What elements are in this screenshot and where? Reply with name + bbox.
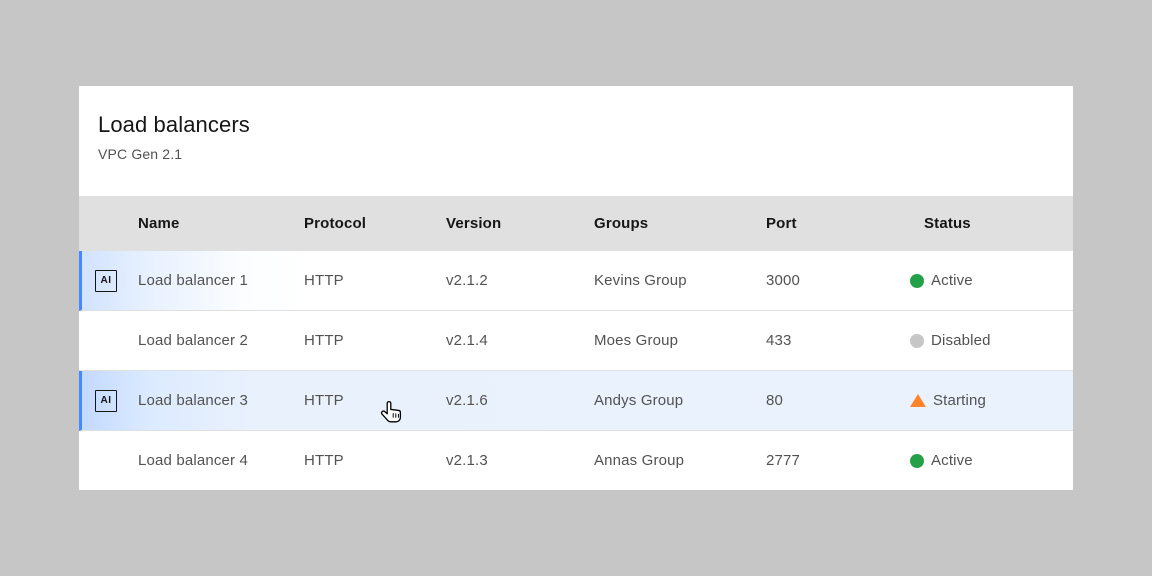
cell-groups: Kevins Group: [586, 272, 758, 289]
column-header-name: Name: [130, 215, 296, 232]
column-header-protocol: Protocol: [296, 215, 438, 232]
column-header-status: Status: [906, 215, 1073, 232]
page-title: Load balancers: [98, 111, 1073, 139]
cell-protocol: HTTP: [296, 272, 438, 289]
cell-protocol: HTTP: [296, 392, 438, 409]
cell-protocol: HTTP: [296, 332, 438, 349]
status-label: Active: [931, 272, 973, 289]
cell-groups: Andys Group: [586, 392, 758, 409]
cell-status: Active: [906, 272, 1073, 289]
ai-badge-cell: AI: [82, 270, 130, 292]
cell-groups: Annas Group: [586, 452, 758, 469]
cell-status: Starting: [906, 392, 1073, 409]
status-starting-icon: [910, 394, 926, 407]
cell-port: 2777: [758, 452, 906, 469]
table-body: AI Load balancer 1 HTTP v2.1.2 Kevins Gr…: [79, 251, 1073, 490]
column-header-version: Version: [438, 215, 586, 232]
load-balancers-card: Load balancers VPC Gen 2.1 Name Protocol…: [79, 86, 1073, 490]
status-disabled-icon: [910, 334, 924, 348]
cell-port: 80: [758, 392, 906, 409]
cell-name: Load balancer 2: [130, 332, 296, 349]
cell-version: v2.1.4: [438, 332, 586, 349]
status-label: Active: [931, 452, 973, 469]
cell-version: v2.1.2: [438, 272, 586, 289]
page-subtitle: VPC Gen 2.1: [98, 146, 1073, 162]
status-label: Disabled: [931, 332, 991, 349]
cell-port: 433: [758, 332, 906, 349]
table-row-load-balancer-3[interactable]: AI Load balancer 3 HTTP v2.1.6 Andys Gro…: [79, 371, 1073, 431]
desktop-background: { "card": { "title": "Load balancers", "…: [0, 0, 1152, 576]
cell-name: Load balancer 1: [130, 272, 296, 289]
cell-name: Load balancer 4: [130, 452, 296, 469]
table-header-row: Name Protocol Version Groups Port Status: [79, 196, 1073, 251]
status-active-icon: [910, 274, 924, 288]
ai-label-badge[interactable]: AI: [95, 270, 117, 292]
cell-status: Active: [906, 452, 1073, 469]
cell-status: Disabled: [906, 332, 1073, 349]
ai-label-badge[interactable]: AI: [95, 390, 117, 412]
cell-port: 3000: [758, 272, 906, 289]
cell-name: Load balancer 3: [130, 392, 296, 409]
cell-version: v2.1.6: [438, 392, 586, 409]
column-header-groups: Groups: [586, 215, 758, 232]
card-header: Load balancers VPC Gen 2.1: [79, 86, 1073, 196]
table-row-load-balancer-4[interactable]: Load balancer 4 HTTP v2.1.3 Annas Group …: [79, 431, 1073, 490]
ai-badge-cell: AI: [82, 390, 130, 412]
cell-groups: Moes Group: [586, 332, 758, 349]
column-header-port: Port: [758, 215, 906, 232]
cell-protocol: HTTP: [296, 452, 438, 469]
table-row-load-balancer-1[interactable]: AI Load balancer 1 HTTP v2.1.2 Kevins Gr…: [79, 251, 1073, 311]
cell-version: v2.1.3: [438, 452, 586, 469]
status-active-icon: [910, 454, 924, 468]
status-label: Starting: [933, 392, 986, 409]
table-row-load-balancer-2[interactable]: Load balancer 2 HTTP v2.1.4 Moes Group 4…: [79, 311, 1073, 371]
